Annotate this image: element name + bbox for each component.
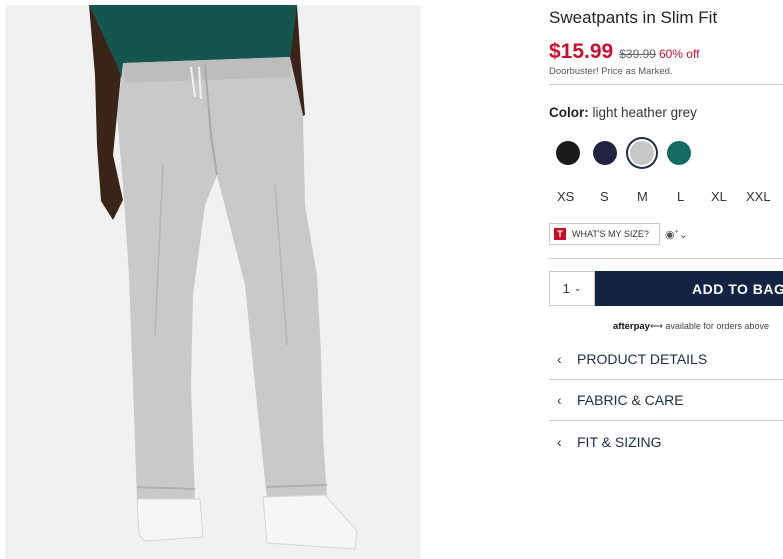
color-label-row: Color: light heather grey [549,105,697,120]
product-info-panel: Sweatpants in Slim Fit $15.99 $39.99 60% o… [549,0,783,559]
whats-my-size-label: WHAT'S MY SIZE? [572,229,649,239]
chevron-down-icon: ⌄ [573,283,582,293]
promo-note: Doorbuster! Price as Marked. [549,66,673,77]
chevron-left-icon: ‹ [557,392,562,408]
size-option[interactable]: M [637,189,648,204]
divider [549,420,783,421]
size-selector: XS S M L XL XXL [549,189,783,207]
selected-color-name: light heather grey [592,105,697,120]
size-option[interactable]: XL [711,189,727,204]
accordion-label: PRODUCT DETAILS [577,351,708,367]
product-title: Sweatpants in Slim Fit [549,8,718,27]
accordion-label: FABRIC & CARE [577,392,684,408]
afterpay-text: available for orders above [665,321,769,331]
fit-profile-icon[interactable]: ◉+⌄ [665,228,688,241]
divider [549,258,783,259]
size-option[interactable]: L [677,189,684,204]
afterpay-logo: afterpay [613,321,650,332]
sale-price: $15.99 [549,40,614,63]
whats-my-size-button[interactable]: T WHAT'S MY SIZE? [549,223,660,245]
color-label: Color: [549,105,589,120]
original-price: $39.99 [619,47,656,61]
true-fit-logo-icon: T [554,228,566,240]
swatch-black[interactable] [556,141,580,165]
swatch-teal[interactable] [667,141,691,165]
size-option[interactable]: XS [557,189,574,204]
swatch-navy[interactable] [593,141,617,165]
accordion-fabric-care[interactable]: ‹ FABRIC & CARE [549,380,783,420]
size-option[interactable]: S [600,189,609,204]
quantity-select[interactable]: 1 ⌄ [549,271,595,306]
afterpay-notice: afterpay⟷ available for orders above [613,321,769,332]
product-image[interactable] [5,5,421,559]
chevron-left-icon: ‹ [557,434,562,450]
accordion-label: FIT & SIZING [577,434,662,450]
divider [549,84,783,85]
size-option[interactable]: XXL [746,189,771,204]
accordion-product-details[interactable]: ‹ PRODUCT DETAILS [549,339,783,379]
swatch-light-heather-grey[interactable] [630,141,654,165]
price-row: $15.99 $39.99 60% off [549,40,699,64]
accordion-fit-sizing[interactable]: ‹ FIT & SIZING [549,422,783,462]
quantity-value: 1 [562,281,570,296]
afterpay-logo-icon: ⟷ [649,321,663,331]
chevron-left-icon: ‹ [557,351,562,367]
percent-off-badge: 60% off [658,47,700,61]
add-to-bag-button[interactable]: ADD TO BAG [595,271,783,306]
